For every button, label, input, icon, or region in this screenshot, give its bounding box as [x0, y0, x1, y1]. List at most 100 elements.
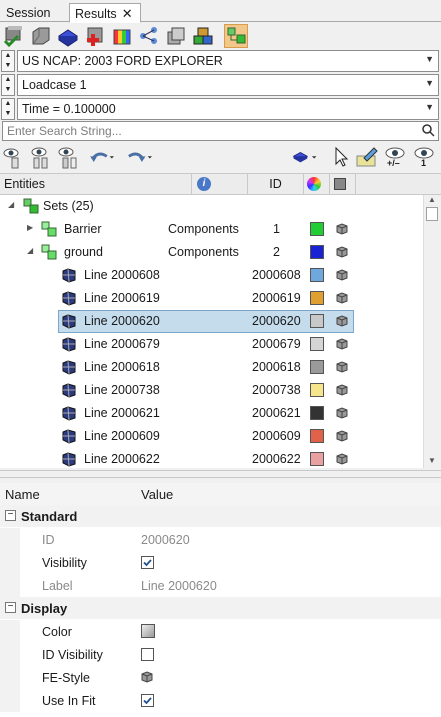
tab-session[interactable]: Session — [0, 3, 68, 22]
time-dropdown[interactable]: Time = 0.100000 ▼ — [17, 98, 439, 120]
tree-row-line[interactable]: Line 2000608 2000608 — [0, 264, 423, 287]
tab-results[interactable]: Results ✕ — [69, 3, 141, 23]
color-swatch[interactable] — [310, 429, 324, 443]
fe-style-icon[interactable] — [336, 246, 348, 258]
fe-style-icon[interactable] — [336, 453, 348, 465]
tree-row-line[interactable]: Line 2000619 2000619 — [0, 287, 423, 310]
tree-row-barrier[interactable]: ▶ Barrier Components 1 — [0, 218, 423, 241]
color-swatch[interactable] — [310, 291, 324, 305]
color-swatch[interactable] — [310, 222, 324, 236]
close-icon[interactable]: ✕ — [122, 6, 133, 21]
tree-row-line[interactable]: Line 2000618 2000618 — [0, 356, 423, 379]
scroll-up-icon[interactable]: ▲ — [424, 195, 440, 207]
model-dropdown[interactable]: US NCAP: 2003 FORD EXPLORER ▼ — [17, 50, 439, 72]
color-swatch[interactable] — [310, 452, 324, 466]
components-icon[interactable] — [191, 24, 215, 48]
id-visibility-checkbox[interactable] — [141, 648, 154, 661]
column-id[interactable]: ID — [248, 174, 304, 195]
fe-style-icon[interactable] — [336, 292, 348, 304]
model-stepper[interactable]: ▲ ▼ — [1, 50, 15, 72]
line-set-icon — [61, 382, 77, 398]
time-dropdown-value: Time = 0.100000 — [22, 102, 116, 116]
cursor-icon[interactable] — [330, 144, 356, 170]
pencil-icon[interactable] — [354, 144, 380, 170]
fe-style-icon[interactable] — [336, 407, 348, 419]
color-swatch[interactable] — [310, 314, 324, 328]
color-swatch[interactable] — [310, 337, 324, 351]
fe-style-icon[interactable] — [141, 671, 153, 683]
fe-style-icon[interactable] — [336, 269, 348, 281]
collapse-icon[interactable]: − — [5, 510, 16, 521]
color-swatch[interactable] — [310, 406, 324, 420]
fe-style-icon[interactable] — [336, 223, 348, 235]
column-color[interactable] — [304, 174, 330, 195]
tree-row-sets[interactable]: ◢ Sets (25) — [0, 195, 423, 218]
display-component-icon[interactable] — [292, 144, 326, 170]
use-in-fit-checkbox[interactable] — [141, 694, 154, 707]
visibility-checkbox[interactable] — [141, 556, 154, 569]
assembly-icon[interactable] — [164, 24, 188, 48]
tree-scrollbar[interactable]: ▲ ▼ — [423, 195, 439, 468]
tree-row-line[interactable]: Line 2000679 2000679 — [0, 333, 423, 356]
column-fe-style[interactable] — [330, 174, 356, 195]
tree-row-line[interactable]: Line 2000621 2000621 — [0, 402, 423, 425]
collapse-arrow-icon[interactable]: ▶ — [27, 223, 33, 232]
contour-icon[interactable] — [110, 24, 134, 48]
fe-style-icon[interactable] — [336, 430, 348, 442]
loadcase-dropdown-value: Loadcase 1 — [22, 78, 87, 92]
line-set-icon — [61, 451, 77, 467]
color-picker-swatch[interactable] — [141, 624, 155, 638]
fe-style-icon[interactable] — [336, 361, 348, 373]
fe-style-icon[interactable] — [336, 384, 348, 396]
time-stepper[interactable]: ▲ ▼ — [1, 98, 15, 120]
show-icon[interactable] — [2, 144, 28, 170]
show-one-icon[interactable]: 1 — [411, 144, 437, 170]
add-part-icon[interactable] — [83, 24, 107, 48]
fe-style-icon[interactable] — [336, 338, 348, 350]
search-input[interactable]: Enter Search String... — [2, 121, 439, 141]
part-check-icon[interactable] — [2, 24, 26, 48]
cube-icon — [334, 178, 346, 190]
search-icon[interactable] — [421, 123, 435, 140]
fe-style-icon[interactable] — [336, 315, 348, 327]
tree-row-line[interactable]: Line 2000738 2000738 — [0, 379, 423, 402]
filter-columns-icon[interactable] — [57, 144, 83, 170]
tree-row-id: 2000622 — [252, 452, 301, 466]
collapse-icon[interactable]: − — [5, 602, 16, 613]
column-entities[interactable]: Entities — [0, 174, 192, 195]
loadcase-stepper[interactable]: ▲ ▼ — [1, 74, 15, 96]
tree-row-ground[interactable]: ◢ ground Components 2 — [0, 241, 423, 264]
expand-arrow-icon[interactable]: ◢ — [8, 200, 14, 209]
add-set-icon[interactable] — [224, 24, 248, 48]
tree-row-name: Line 2000619 — [84, 291, 160, 305]
column-info[interactable]: i — [192, 174, 248, 195]
tree-row-id: 1 — [273, 222, 280, 236]
property-color: Color — [0, 620, 441, 643]
color-swatch[interactable] — [310, 360, 324, 374]
property-panel: Name Value − Standard ID 2000620 Visibil… — [0, 483, 441, 717]
part-icon[interactable] — [29, 24, 53, 48]
expand-arrow-icon[interactable]: ◢ — [27, 246, 33, 255]
color-swatch[interactable] — [310, 383, 324, 397]
color-swatch[interactable] — [310, 268, 324, 282]
panel-splitter[interactable] — [0, 470, 441, 478]
chevron-down-icon: ▼ — [425, 78, 434, 88]
undo-icon[interactable] — [88, 144, 124, 170]
isolate-icon[interactable]: +/– — [382, 144, 408, 170]
section-standard[interactable]: − Standard — [0, 505, 441, 527]
tree-row-line[interactable]: Line 2000622 2000622 — [0, 448, 423, 468]
redo-icon[interactable] — [126, 144, 162, 170]
component-icon[interactable] — [56, 24, 80, 48]
color-swatch[interactable] — [310, 245, 324, 259]
section-display[interactable]: − Display — [0, 597, 441, 619]
tree-row-line[interactable]: Line 2000620 2000620 — [0, 310, 423, 333]
scroll-down-icon[interactable]: ▼ — [424, 456, 440, 468]
show-columns-icon[interactable] — [30, 144, 56, 170]
hierarchy-icon[interactable] — [137, 24, 161, 48]
tree-row-line[interactable]: Line 2000609 2000609 — [0, 425, 423, 448]
loadcase-dropdown[interactable]: Loadcase 1 ▼ — [17, 74, 439, 96]
line-set-icon — [61, 290, 77, 306]
search-placeholder: Enter Search String... — [7, 124, 122, 138]
scroll-thumb[interactable] — [426, 207, 438, 221]
tree-row-name: Line 2000609 — [84, 429, 160, 443]
